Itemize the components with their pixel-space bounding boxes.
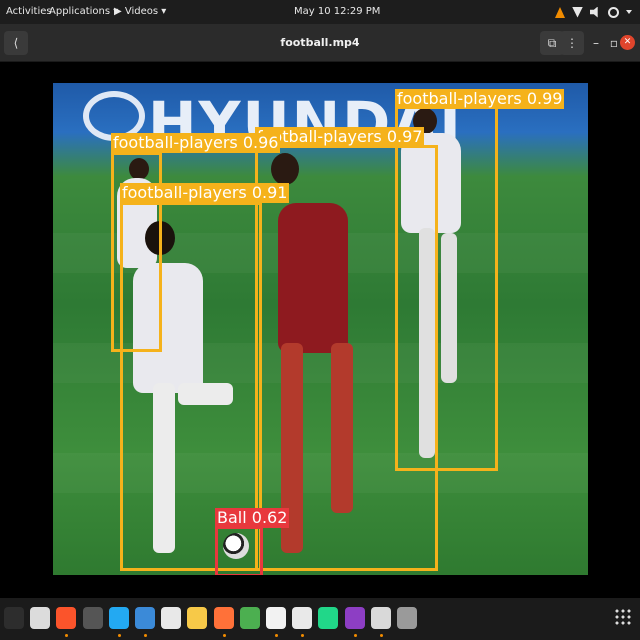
running-indicator — [301, 634, 305, 637]
activities-button[interactable]: Activities — [6, 6, 52, 17]
running-indicator — [353, 634, 357, 637]
running-indicator — [275, 634, 278, 637]
detection-label: football-players 0.91 — [120, 183, 290, 203]
top-panel: Activities Applications ▾ ▶ Videos ▾ May… — [0, 0, 640, 24]
vlc-cone-icon[interactable] — [555, 6, 565, 18]
pycharm-icon[interactable] — [318, 607, 339, 629]
running-indicator — [117, 634, 121, 637]
running-indicator — [65, 634, 69, 637]
video-player-icon[interactable] — [344, 607, 365, 629]
detection-label: football-players 0.99 — [395, 89, 565, 109]
player-headerbar: ⟨ football.mp4 ⧉ ⋮ – ▫ ✕ — [0, 24, 640, 62]
brave-icon[interactable] — [56, 607, 77, 629]
vscode-icon[interactable] — [108, 607, 129, 629]
system-tray[interactable] — [555, 4, 632, 20]
applications-menu[interactable]: Applications ▾ — [49, 6, 118, 17]
detection-label: Ball 0.62 — [215, 508, 290, 528]
menu-button[interactable]: ⋮ — [560, 31, 584, 55]
detection-box-ball: Ball 0.62 — [215, 508, 290, 575]
firefox-icon[interactable] — [213, 607, 234, 629]
dock — [0, 598, 640, 640]
clock[interactable]: May 10 12:29 PM — [294, 6, 380, 17]
screenshot-icon[interactable] — [187, 607, 208, 629]
files-icon[interactable] — [30, 607, 51, 629]
chrome-icon[interactable] — [239, 607, 260, 629]
running-indicator — [222, 634, 226, 637]
detection-label: football-players 0.96 — [111, 133, 281, 153]
running-indicator — [379, 634, 383, 637]
image-viewer-icon[interactable] — [370, 607, 391, 629]
power-icon[interactable] — [608, 6, 619, 18]
settings-icon[interactable] — [135, 607, 155, 629]
text-editor-icon[interactable] — [266, 607, 286, 629]
close-button[interactable]: ✕ — [620, 35, 635, 50]
videos-app-menu[interactable]: ▶ Videos ▾ — [114, 6, 166, 17]
pdf-viewer-icon[interactable] — [292, 607, 313, 629]
wifi-icon[interactable] — [572, 6, 583, 18]
trash-icon[interactable] — [397, 607, 417, 629]
show-apps-icon[interactable] — [614, 608, 632, 626]
rhythmbox-icon[interactable] — [161, 607, 182, 629]
terminal-icon[interactable] — [4, 607, 24, 629]
volume-icon[interactable] — [590, 6, 598, 18]
obs-icon[interactable] — [82, 607, 103, 629]
chevron-down-icon[interactable] — [626, 10, 632, 14]
video-frame[interactable]: HYUNDAI football-players 0.99 football-p… — [53, 83, 588, 575]
running-indicator — [144, 634, 147, 637]
